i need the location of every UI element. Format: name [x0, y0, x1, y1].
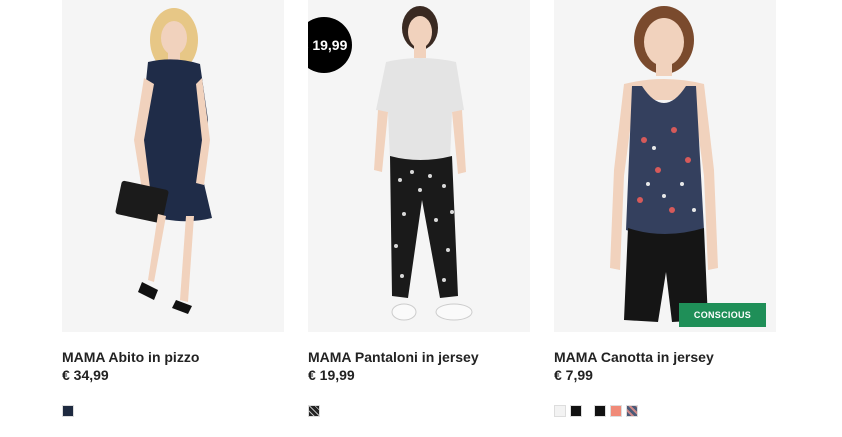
product-image[interactable] — [62, 0, 284, 332]
product-card[interactable]: MAMA Abito in pizzo € 34,99 — [62, 0, 284, 383]
model-tank-top-illustration — [554, 0, 776, 332]
color-swatch-floral[interactable] — [626, 405, 638, 417]
color-swatch-white[interactable] — [554, 405, 566, 417]
product-price: € 7,99 — [554, 367, 593, 383]
color-swatch-black-2[interactable] — [594, 405, 606, 417]
color-swatches — [308, 405, 320, 417]
color-swatch-black[interactable] — [570, 405, 582, 417]
color-swatches — [554, 405, 638, 417]
product-card[interactable]: € 19,99 MAMA Pantaloni in jersey € 19,99 — [308, 0, 530, 383]
product-title[interactable]: MAMA Pantaloni in jersey — [308, 349, 530, 365]
product-image[interactable]: € 19,99 — [308, 0, 530, 332]
product-price: € 19,99 — [308, 367, 355, 383]
conscious-badge: CONSCIOUS — [679, 303, 766, 327]
product-card[interactable]: CONSCIOUS MAMA Canotta in jersey € 7,99 — [554, 0, 776, 383]
color-swatch-coral[interactable] — [610, 405, 622, 417]
color-swatches — [62, 405, 74, 417]
model-lace-dress-illustration — [62, 0, 284, 332]
color-swatch-black-pattern[interactable] — [308, 405, 320, 417]
product-image[interactable]: CONSCIOUS — [554, 0, 776, 332]
product-title[interactable]: MAMA Abito in pizzo — [62, 349, 284, 365]
color-swatch-navy[interactable] — [62, 405, 74, 417]
product-price: € 34,99 — [62, 367, 109, 383]
product-title[interactable]: MAMA Canotta in jersey — [554, 349, 776, 365]
